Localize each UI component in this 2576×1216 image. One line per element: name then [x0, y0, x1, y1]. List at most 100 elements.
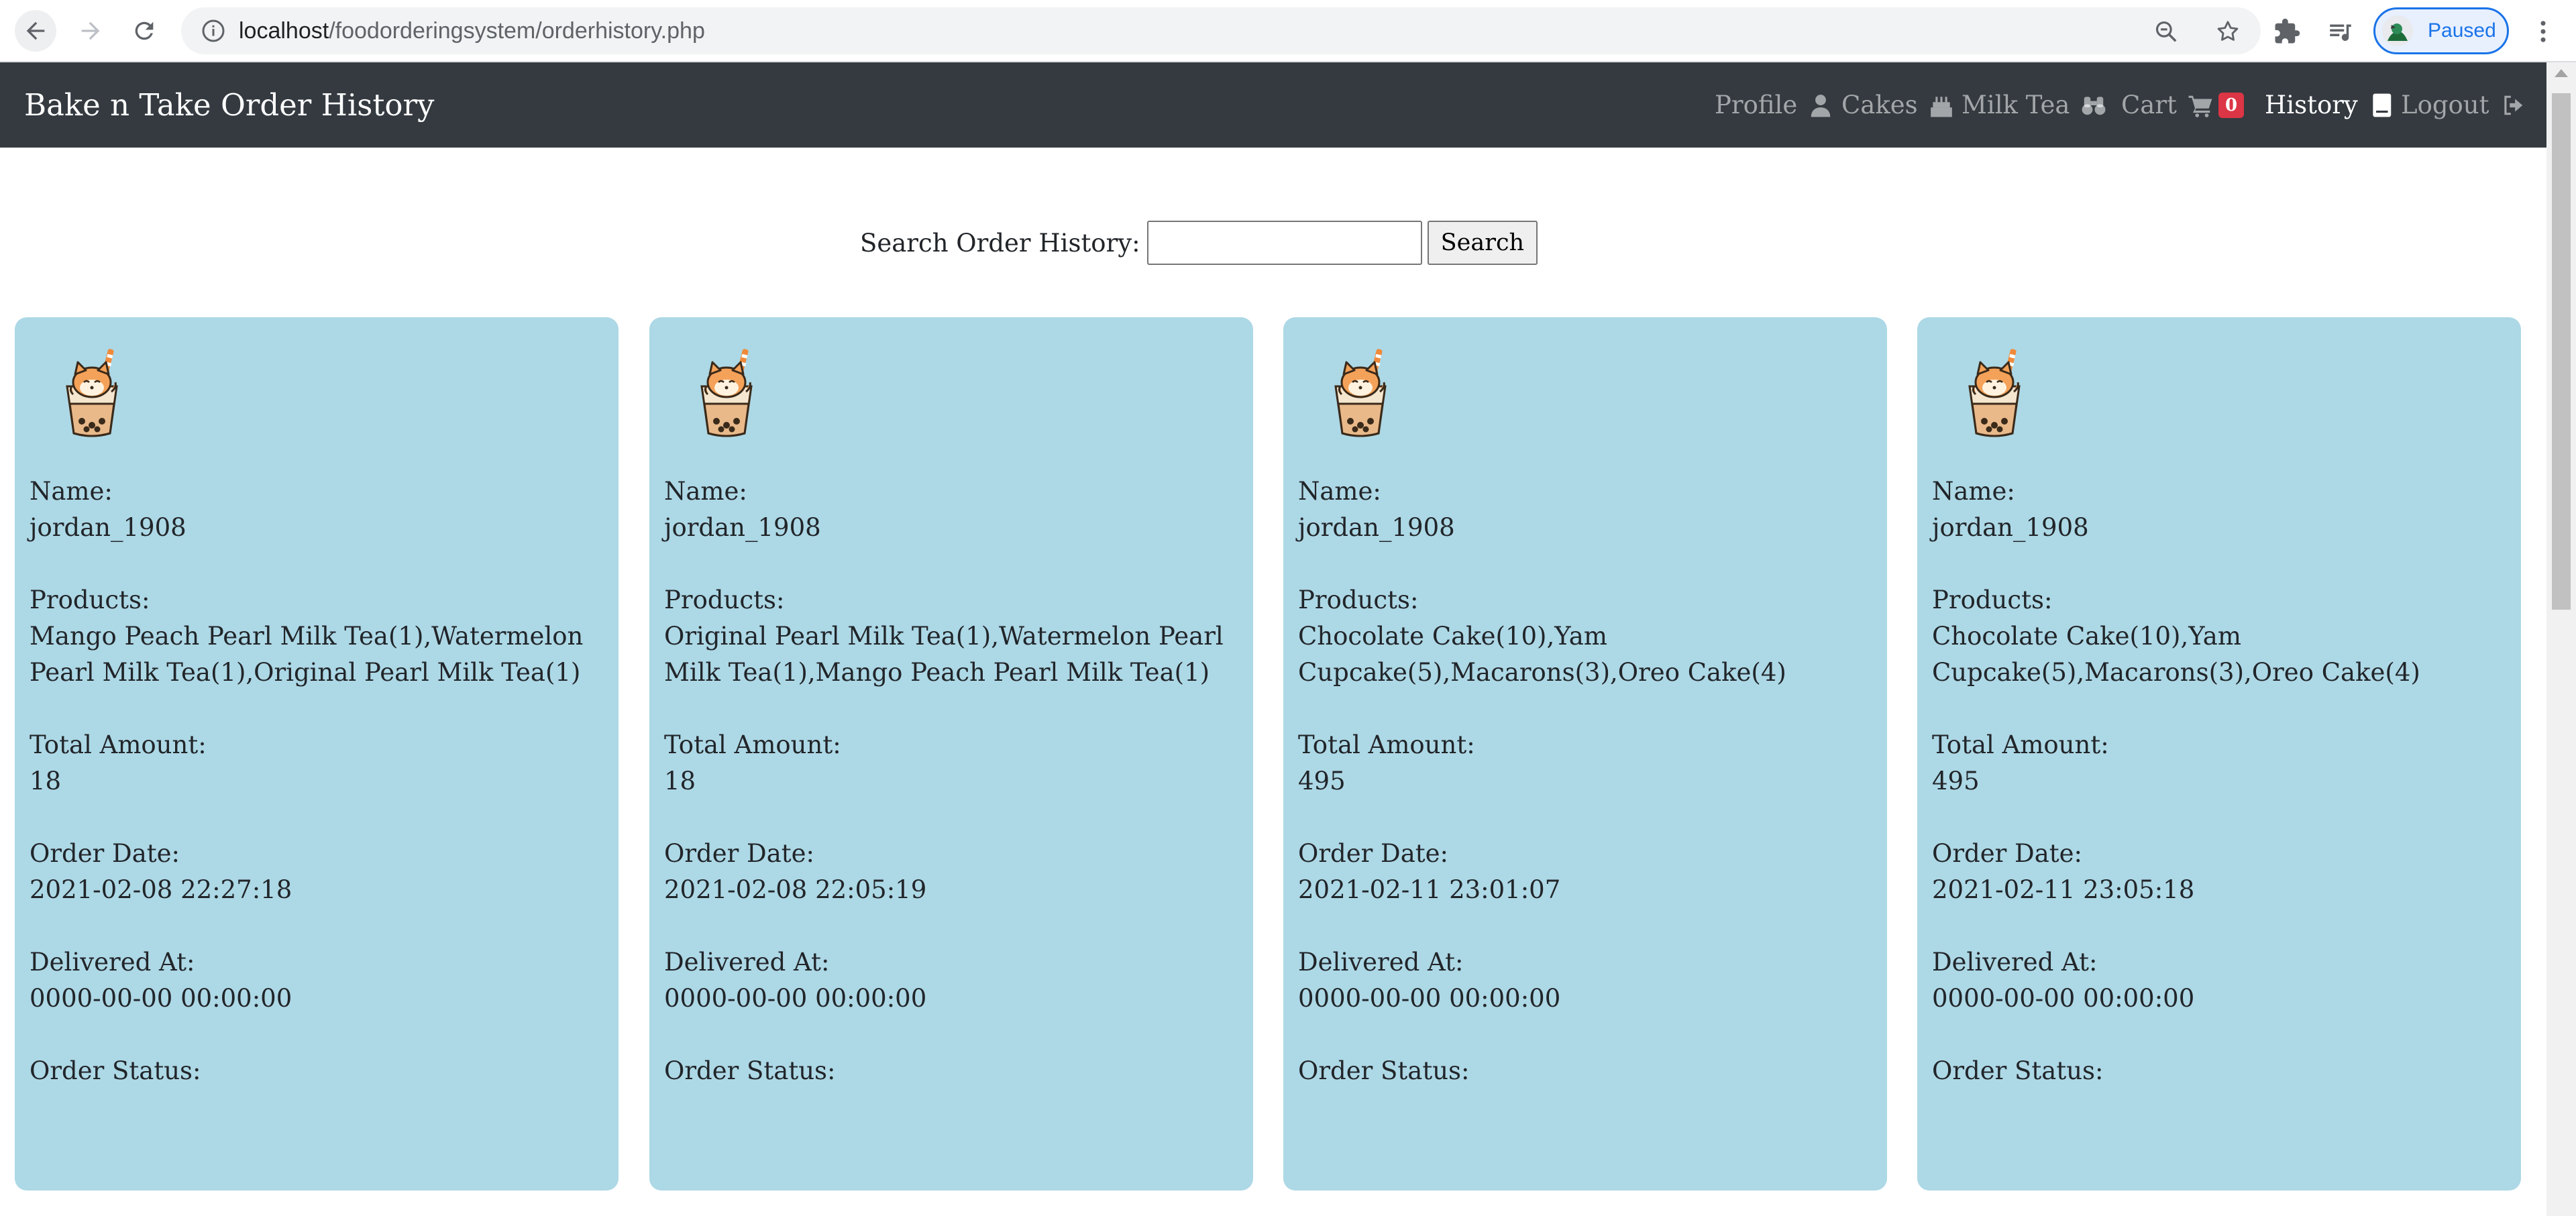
delivered-at-label: Delivered At: [1298, 948, 1464, 977]
extensions-puzzle-icon[interactable] [2273, 17, 2301, 46]
url-text[interactable]: localhost/foodorderingsystem/orderhistor… [239, 7, 705, 54]
delivered-at-field: Delivered At: 0000-00-00 00:00:00 [30, 944, 600, 1017]
order-date-field: Order Date: 2021-02-08 22:05:19 [664, 836, 1234, 908]
reload-icon [135, 21, 154, 40]
site-navbar: Bake n Take Order History Profile Cakes … [0, 62, 2546, 148]
forward-button[interactable] [70, 10, 111, 52]
nav-history-link[interactable]: History [2265, 62, 2394, 148]
order-status-label: Order Status: [1298, 1056, 1470, 1085]
delivered-at-value: 0000-00-00 00:00:00 [30, 984, 292, 1013]
nav-logout-link[interactable]: Logout [2401, 62, 2526, 148]
order-card: Name: jordan_1908 Products: Chocolate Ca… [1283, 317, 1887, 1191]
page-scrollbar[interactable] [2546, 62, 2576, 1216]
order-date-value: 2021-02-08 22:27:18 [30, 875, 292, 904]
order-status-label: Order Status: [1932, 1056, 2104, 1085]
nav-cart-link[interactable]: Cart 0 [2121, 62, 2245, 148]
media-control-icon[interactable] [2326, 17, 2355, 46]
info-icon[interactable] [201, 19, 225, 43]
reload-button[interactable] [123, 10, 165, 52]
total-amount-label: Total Amount: [1298, 730, 1475, 759]
nav-profile-label: Profile [1715, 91, 1798, 119]
products-value: Mango Peach Pearl Milk Tea(1),Watermelon… [30, 622, 584, 687]
order-details: Name: jordan_1908 Products: Chocolate Ca… [1932, 474, 2502, 1125]
order-status-field: Order Status: [1932, 1053, 2502, 1089]
birthday-cake-icon [1929, 93, 1954, 118]
order-date-label: Order Date: [30, 839, 180, 868]
total-amount-field: Total Amount: 18 [30, 727, 600, 799]
arrow-left-icon [26, 21, 45, 40]
total-amount-field: Total Amount: 495 [1298, 727, 1868, 799]
book-icon [2369, 93, 2394, 118]
products-field: Products: Original Pearl Milk Tea(1),Wat… [664, 582, 1234, 691]
order-date-value: 2021-02-11 23:01:07 [1298, 875, 1561, 904]
search-label: Search Order History: [860, 228, 1140, 258]
delivered-at-field: Delivered At: 0000-00-00 00:00:00 [1932, 944, 2502, 1017]
total-amount-field: Total Amount: 18 [664, 727, 1234, 799]
total-amount-value: 495 [1932, 767, 1980, 795]
order-details: Name: jordan_1908 Products: Chocolate Ca… [1298, 474, 1868, 1125]
nav-profile-link[interactable]: Profile [1715, 62, 1833, 148]
total-amount-value: 18 [664, 767, 696, 795]
products-label: Products: [1298, 586, 1419, 614]
order-details: Name: jordan_1908 Products: Original Pea… [664, 474, 1234, 1125]
order-date-field: Order Date: 2021-02-11 23:01:07 [1298, 836, 1868, 908]
name-label: Name: [30, 477, 113, 506]
products-label: Products: [664, 586, 785, 614]
profile-paused-chip[interactable]: Paused [2373, 7, 2509, 54]
delivered-at-value: 0000-00-00 00:00:00 [664, 984, 927, 1013]
sign-out-icon [2500, 93, 2526, 118]
delivered-at-value: 0000-00-00 00:00:00 [1298, 984, 1561, 1013]
nav-cart-label: Cart [2121, 91, 2177, 119]
profile-avatar [2382, 15, 2413, 46]
zoom-icon[interactable] [2153, 19, 2179, 44]
delivered-at-field: Delivered At: 0000-00-00 00:00:00 [664, 944, 1234, 1017]
nav-milk-tea-label: Milk Tea [1962, 91, 2070, 119]
products-field: Products: Chocolate Cake(10),Yam Cupcake… [1298, 582, 1868, 691]
products-field: Products: Mango Peach Pearl Milk Tea(1),… [30, 582, 600, 691]
name-value: jordan_1908 [30, 513, 186, 542]
order-history-search-form: Search Order History: Search [860, 220, 1538, 266]
scrollbar-thumb[interactable] [2552, 93, 2571, 610]
order-date-label: Order Date: [1932, 839, 2083, 868]
kebab-menu-icon[interactable] [2529, 17, 2557, 46]
search-button[interactable]: Search [1427, 221, 1538, 265]
order-card: Name: jordan_1908 Products: Mango Peach … [15, 317, 619, 1191]
milk-tea-mascot-icon [700, 349, 753, 437]
milk-tea-mascot-icon [1334, 349, 1387, 437]
delivered-at-value: 0000-00-00 00:00:00 [1932, 984, 2195, 1013]
milk-tea-mascot-icon [1968, 349, 2021, 437]
cart-icon [2188, 93, 2213, 118]
address-bar[interactable]: localhost/foodorderingsystem/orderhistor… [181, 7, 2261, 54]
profile-status-label: Paused [2428, 19, 2496, 42]
products-value: Original Pearl Milk Tea(1),Watermelon Pe… [664, 622, 1224, 687]
products-label: Products: [30, 586, 150, 614]
name-field: Name: jordan_1908 [664, 474, 1234, 546]
total-amount-value: 18 [30, 767, 62, 795]
binoculars-icon [2081, 93, 2106, 118]
order-details: Name: jordan_1908 Products: Mango Peach … [30, 474, 600, 1125]
products-label: Products: [1932, 586, 2053, 614]
nav-cakes-label: Cakes [1841, 91, 1918, 119]
bookmark-star-icon[interactable] [2215, 19, 2241, 44]
delivered-at-label: Delivered At: [30, 948, 195, 977]
delivered-at-field: Delivered At: 0000-00-00 00:00:00 [1298, 944, 1868, 1017]
delivered-at-label: Delivered At: [664, 948, 830, 977]
nav-milk-tea-link[interactable]: Milk Tea [1962, 62, 2106, 148]
order-card: Name: jordan_1908 Products: Chocolate Ca… [1917, 317, 2521, 1191]
search-input[interactable] [1146, 221, 1422, 265]
delivered-at-label: Delivered At: [1932, 948, 2098, 977]
total-amount-field: Total Amount: 495 [1932, 727, 2502, 799]
back-button[interactable] [15, 10, 56, 52]
browser-toolbar: localhost/foodorderingsystem/orderhistor… [0, 0, 2576, 62]
nav-logout-label: Logout [2401, 91, 2489, 119]
nav-cakes-link[interactable]: Cakes [1841, 62, 1954, 148]
name-label: Name: [1298, 477, 1381, 506]
order-date-value: 2021-02-11 23:05:18 [1932, 875, 2195, 904]
name-field: Name: jordan_1908 [30, 474, 600, 546]
scroll-up-arrow-icon[interactable] [2555, 69, 2568, 77]
user-icon [1808, 93, 1833, 118]
brand-title[interactable]: Bake n Take Order History [24, 62, 434, 148]
milk-tea-mascot-icon [66, 349, 118, 437]
name-value: jordan_1908 [1298, 513, 1455, 542]
cart-count-badge: 0 [2218, 92, 2245, 118]
